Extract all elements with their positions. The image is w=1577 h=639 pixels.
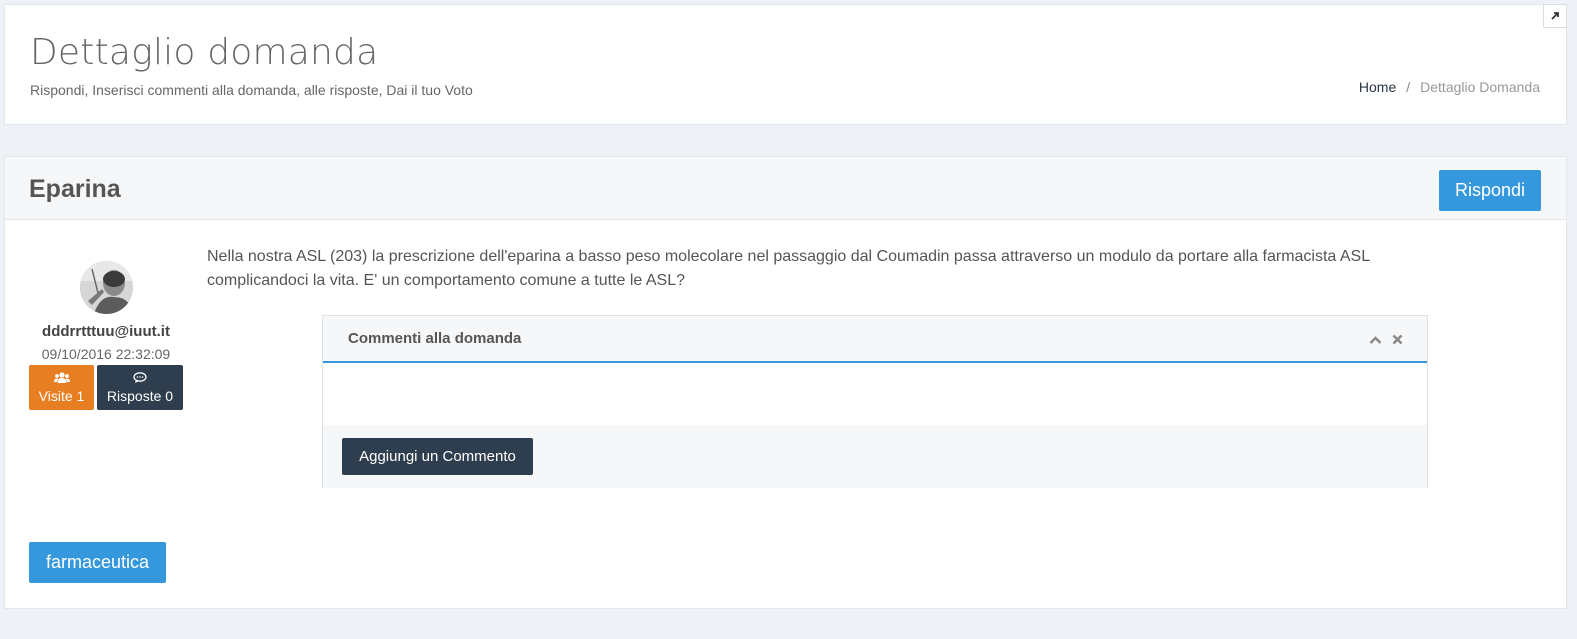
comments-title: Commenti alla domanda bbox=[348, 330, 522, 347]
avatar-image bbox=[80, 261, 133, 314]
question-body: Nella nostra ASL (203) la prescrizione d… bbox=[207, 248, 1370, 289]
add-comment-button[interactable]: Aggiungi un Commento bbox=[342, 438, 533, 475]
fullscreen-button[interactable] bbox=[1543, 4, 1567, 28]
question-header: Eparina Rispondi bbox=[5, 157, 1566, 220]
visits-badge: Visite 1 bbox=[29, 365, 94, 410]
avatar bbox=[80, 261, 133, 314]
breadcrumb-current: Dettaglio Domanda bbox=[1420, 79, 1540, 95]
users-icon bbox=[53, 371, 70, 385]
visits-label: Visite 1 bbox=[38, 388, 85, 404]
page-title: Dettaglio domanda bbox=[30, 32, 379, 73]
page-header: Dettaglio domanda Rispondi, Inserisci co… bbox=[4, 4, 1567, 125]
comment-icon bbox=[133, 371, 147, 385]
question-panel: Eparina Rispondi dddrrtttuu@iuut.it 09/1… bbox=[4, 156, 1567, 609]
answers-badge: Risposte 0 bbox=[97, 365, 183, 410]
expand-arrow-icon bbox=[1551, 12, 1559, 20]
breadcrumb: Home / Dettaglio Domanda bbox=[1359, 79, 1540, 95]
question-title: Eparina bbox=[29, 175, 121, 203]
breadcrumb-separator: / bbox=[1406, 79, 1411, 95]
tag-button[interactable]: farmaceutica bbox=[29, 542, 166, 583]
comments-tools bbox=[1369, 332, 1403, 350]
question-date: 09/10/2016 22:32:09 bbox=[41, 346, 171, 362]
comments-header: Commenti alla domanda bbox=[323, 316, 1427, 363]
collapse-icon[interactable] bbox=[1369, 332, 1382, 350]
breadcrumb-home-link[interactable]: Home bbox=[1359, 79, 1396, 95]
rispondi-button[interactable]: Rispondi bbox=[1439, 170, 1541, 211]
page-subtitle: Rispondi, Inserisci commenti alla domand… bbox=[30, 82, 473, 98]
close-icon[interactable] bbox=[1392, 332, 1403, 350]
author-email: dddrrtttuu@iuut.it bbox=[42, 323, 170, 340]
comments-portlet: Commenti alla domanda Aggiungi un Commen… bbox=[322, 315, 1428, 488]
comments-footer: Aggiungi un Commento bbox=[323, 425, 1427, 488]
answers-label: Risposte 0 bbox=[106, 388, 174, 404]
